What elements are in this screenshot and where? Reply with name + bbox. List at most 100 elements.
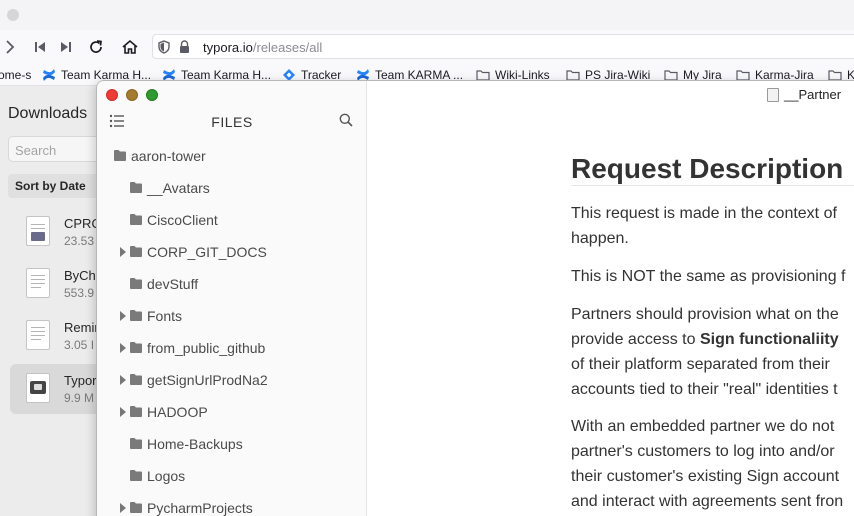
paragraph-line: and interact with agreements sent fron [571, 493, 843, 511]
lock-icon[interactable] [179, 40, 190, 59]
tree-item[interactable]: Home-Backups [97, 430, 367, 458]
paragraph-text: of their platform separated from their [571, 356, 830, 373]
bookmark-label: ome-s [0, 68, 32, 82]
folder-icon [130, 310, 142, 321]
download-size: 553.9 [64, 286, 95, 300]
paragraph-line: their customer's existing Sign account [571, 468, 839, 486]
expand-arrow-icon[interactable] [119, 247, 127, 257]
forward-button[interactable] [0, 37, 20, 57]
home-icon [122, 39, 138, 54]
files-sidebar: FILES aaron-tower __Avatars CiscoClient COR… [97, 81, 367, 516]
maximize-window-button[interactable] [146, 89, 158, 101]
tree-item[interactable]: devStuff [97, 270, 367, 298]
editor-pane[interactable]: __Partner Request Description This reque… [367, 81, 854, 516]
paragraph-line: This is NOT the same as provisioning f [571, 268, 845, 286]
download-name: Typor [64, 373, 97, 388]
markdown-file-icon [767, 87, 779, 102]
tree-item[interactable]: CORP_GIT_DOCS [97, 238, 367, 266]
bold-text: Sign functionaliity [699, 331, 839, 348]
folder-icon [130, 406, 142, 417]
tree-item-label: devStuff [147, 276, 199, 292]
reload-button[interactable] [86, 37, 106, 57]
paragraph-text: With an embedded partner we do not [571, 418, 835, 435]
tree-item-label: aaron-tower [131, 148, 206, 164]
close-window-button[interactable] [106, 89, 118, 101]
expand-arrow-icon[interactable] [119, 311, 127, 321]
document-file-icon [26, 268, 50, 298]
paragraph-line: of their platform separated from their [571, 356, 830, 374]
paragraph-text: partner's customers to log into and/or [571, 443, 835, 460]
paragraph-line: happen. [571, 230, 629, 248]
sort-label: Sort by Date [15, 179, 86, 193]
tree-item[interactable]: aaron-tower [97, 142, 367, 170]
download-size: 23.53 [64, 234, 95, 248]
home-button[interactable] [120, 37, 140, 57]
tree-item[interactable]: getSignUrlProdNa2 [97, 366, 367, 394]
url-text[interactable]: typora.io/releases/all [203, 40, 322, 55]
paragraph-text: accounts tied to their "real" identities… [571, 381, 838, 398]
chevron-right-icon [6, 40, 15, 54]
skip-back-button[interactable] [30, 37, 50, 57]
paragraph-text: This request is made in the context of [571, 205, 837, 222]
paragraph-line: With an embedded partner we do not [571, 418, 834, 436]
paragraph-text: Partners should provision what on the [571, 306, 839, 323]
paragraph-line: This request is made in the context of [571, 205, 837, 223]
folder-icon [130, 214, 142, 225]
paragraph-line: Partners should provision what on the [571, 306, 839, 324]
url-host: typora.io [203, 40, 253, 55]
tree-item-label: CORP_GIT_DOCS [147, 244, 267, 260]
shield-icon[interactable] [158, 40, 170, 59]
folder-icon [130, 374, 142, 385]
confluence-icon [43, 69, 55, 81]
tree-item-label: Home-Backups [147, 436, 243, 452]
skip-forward-icon [61, 42, 71, 52]
typora-window: FILES aaron-tower __Avatars CiscoClient COR… [96, 80, 854, 516]
document-tab-title: __Partner [784, 87, 842, 102]
tree-item-label: from_public_github [147, 340, 266, 356]
heading-underline [571, 185, 854, 186]
expand-arrow-icon[interactable] [119, 375, 127, 385]
browser-titlebar [0, 0, 854, 30]
folder-icon [130, 182, 142, 193]
sort-by-date-button[interactable]: Sort by Date [8, 174, 108, 198]
disk-image-icon [26, 373, 50, 403]
tree-item-label: getSignUrlProdNa2 [147, 372, 268, 388]
pdf-file-icon [26, 216, 50, 246]
download-size: 9.9 M [64, 391, 95, 405]
skip-forward-button[interactable] [56, 37, 76, 57]
folder-icon [130, 438, 142, 449]
paragraph-line: partner's customers to log into and/or [571, 443, 835, 461]
files-title: FILES [211, 114, 253, 130]
tree-item-label: PycharmProjects [147, 500, 253, 516]
reload-icon [90, 40, 102, 53]
expand-arrow-icon[interactable] [119, 503, 127, 513]
address-bar[interactable]: typora.io/releases/all [152, 34, 854, 59]
tree-item[interactable]: from_public_github [97, 334, 367, 362]
paragraph-text: provide access to [571, 331, 700, 348]
tree-item[interactable]: PycharmProjects [97, 494, 367, 516]
skip-back-icon [35, 42, 45, 52]
tree-item[interactable]: Logos [97, 462, 367, 490]
tree-item[interactable]: __Avatars [97, 174, 367, 202]
downloads-title: Downloads [8, 105, 88, 122]
folder-icon [130, 342, 142, 353]
expand-arrow-icon[interactable] [119, 343, 127, 353]
tree-item-label: Logos [147, 468, 186, 484]
download-size: 3.05 I [64, 338, 95, 352]
tree-item-label: CiscoClient [147, 212, 218, 228]
search-placeholder: Search [15, 143, 57, 158]
folder-icon [114, 150, 126, 161]
tree-item[interactable]: Fonts [97, 302, 367, 330]
tree-item[interactable]: HADOOP [97, 398, 367, 426]
document-tab[interactable]: __Partner [767, 87, 841, 102]
window-control-dot[interactable] [7, 9, 19, 21]
paragraph-line: provide access to Sign functionaliity [571, 331, 839, 349]
tree-item[interactable]: CiscoClient [97, 206, 367, 234]
tree-item-label: HADOOP [147, 404, 208, 420]
paragraph-text: happen. [571, 230, 629, 247]
paragraph-line: accounts tied to their "real" identities… [571, 381, 838, 399]
minimize-window-button[interactable] [126, 89, 138, 101]
bookmark-item[interactable]: ome-s [0, 68, 31, 82]
expand-arrow-icon[interactable] [119, 407, 127, 417]
search-icon[interactable] [339, 113, 353, 132]
